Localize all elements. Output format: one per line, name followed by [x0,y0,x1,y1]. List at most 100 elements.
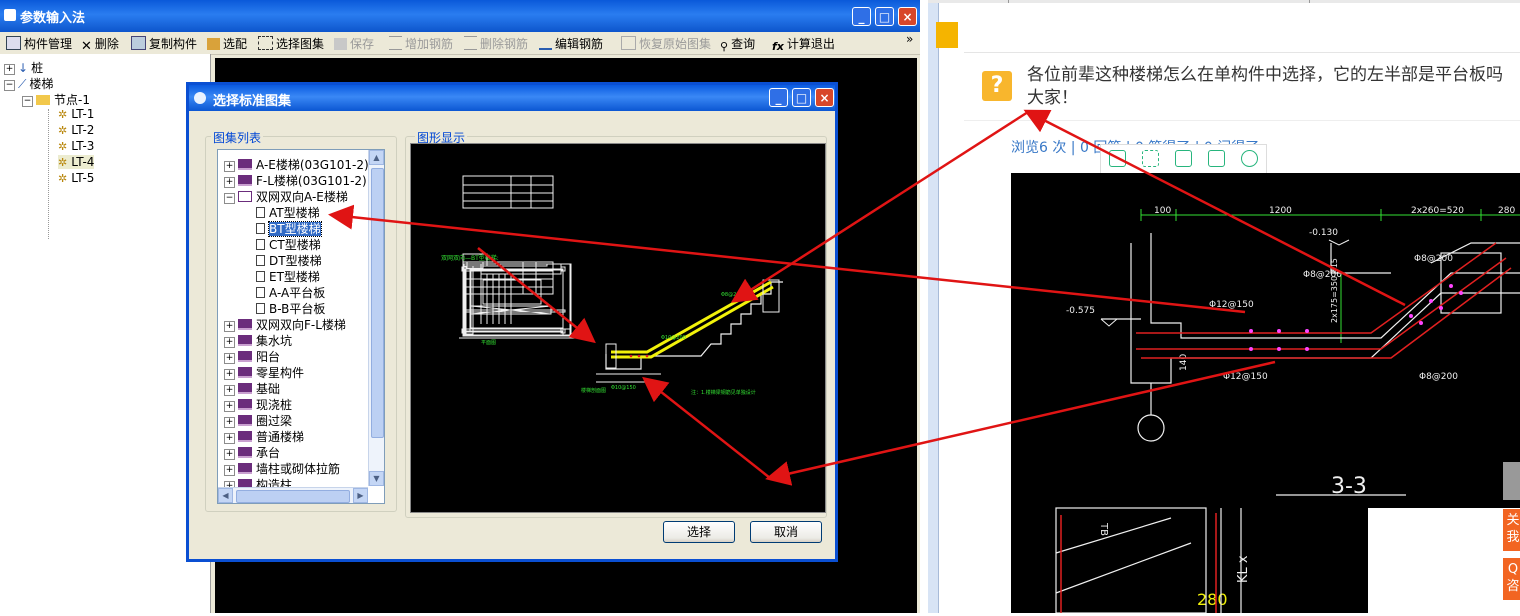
atlas-item[interactable]: BT型楼梯 [256,220,322,237]
side-follow-button[interactable]: 关 我 [1503,509,1520,551]
toolbar-restore-atlas[interactable]: 恢复原始图集 [621,35,711,51]
atlas-item[interactable]: + 圈过梁 [224,412,292,429]
tree-item-lt2[interactable]: ✲ LT-2 [58,123,94,137]
side-tab-text: 关 [1506,513,1520,528]
atlas-item-label: CT型楼梯 [269,238,321,252]
atlas-item[interactable]: + 承台 [224,444,280,461]
atlas-item[interactable]: CT型楼梯 [256,236,321,253]
hscroll-thumb[interactable] [236,490,350,503]
atlas-item[interactable]: AT型楼梯 [256,204,320,221]
collapse-icon[interactable]: − [4,80,15,91]
toolbar-component-manage[interactable]: 构件管理 [6,35,72,51]
toolbar-delete[interactable]: ✕ 删除 [81,35,119,54]
dialog-maximize-button[interactable]: □ [792,88,811,107]
horizontal-scrollbar[interactable]: ◀ ▶ [218,487,368,503]
atlas-item[interactable]: ET型楼梯 [256,268,320,285]
ocr-icon[interactable] [1109,150,1126,167]
collapse-icon[interactable]: − [22,96,33,107]
atlas-item[interactable]: + 现浇桩 [224,396,292,413]
atlas-item[interactable]: + 基础 [224,380,280,397]
toolbar-copy[interactable]: 复制构件 [131,35,197,51]
toolbar-select[interactable]: 选配 [207,35,247,51]
atlas-item[interactable]: − 双网双向A-E楼梯 [224,188,348,205]
expand-icon[interactable]: + [224,177,235,188]
bar-label-4: Φ12@150 [1223,372,1268,382]
atlas-item[interactable]: + 双网双向F-L楼梯 [224,316,346,333]
book-icon [238,335,252,346]
atlas-item[interactable]: + 墙柱或砌体拉筋 [224,460,340,477]
back-to-top-button[interactable] [1503,462,1520,500]
save-image-icon[interactable] [1175,150,1192,167]
settings-gear-icon[interactable] [1241,150,1258,167]
dialog-titlebar[interactable]: 选择标准图集 _ □ × [189,85,835,111]
cancel-button[interactable]: 取消 [750,521,822,543]
atlas-item[interactable]: A-A平台板 [256,284,325,301]
expand-icon[interactable]: + [224,385,235,396]
close-button[interactable]: × [898,7,917,26]
atlas-item[interactable]: B-B平台板 [256,300,325,317]
toolbar-calc-exit[interactable]: fx 计算退出 [772,35,835,53]
maximize-button[interactable]: □ [875,7,894,26]
atlas-item[interactable]: + 集水坑 [224,332,292,349]
beam-label: KL x [1236,555,1251,583]
toolbar-overflow[interactable]: » [906,32,913,48]
toolbar-query[interactable]: ⚲ 查询 [720,35,755,53]
dialog-minimize-button[interactable]: _ [769,88,788,107]
atlas-item-label: 墙柱或砌体拉筋 [256,462,341,476]
tree-item-lt4[interactable]: ✲ LT-4 [58,155,95,169]
toolbar-save[interactable]: 保存 [334,35,374,51]
tree-item-lt5[interactable]: ✲ LT-5 [58,171,94,185]
expand-icon[interactable]: + [224,433,235,444]
atlas-item[interactable]: + F-L楼梯(03G101-2) [224,172,367,189]
expand-icon[interactable]: + [224,369,235,380]
select-button[interactable]: 选择 [663,521,735,543]
tree-guide [48,109,50,239]
atlas-item-label: 承台 [256,446,281,460]
expand-icon[interactable]: + [224,401,235,412]
toolbar-remove-rebar[interactable]: 删除钢筋 [464,35,528,51]
side-qq-button[interactable]: Q 咨 [1503,558,1520,600]
atlas-item[interactable]: + 阳台 [224,348,280,365]
fullscreen-icon[interactable] [1142,150,1159,167]
tree-node-stairs[interactable]: − ⟋ 楼梯 [4,75,53,92]
scroll-down-icon[interactable]: ▼ [369,471,384,486]
atlas-item[interactable]: DT型楼梯 [256,252,322,269]
app-titlebar[interactable]: 参数输入法 _ □ × [0,0,920,32]
atlas-item[interactable]: + 零星构件 [224,364,304,381]
atlas-item[interactable]: + A-E楼梯(03G101-2) [224,156,369,173]
gear-icon: ✲ [58,156,68,169]
scroll-left-icon[interactable]: ◀ [218,488,233,503]
expand-icon[interactable]: + [224,321,235,332]
collapse-icon[interactable]: − [224,193,235,204]
svg-text:双网双向—BT型楼梯:: 双网双向—BT型楼梯: [441,254,499,262]
share-icon[interactable] [1208,150,1225,167]
expand-icon[interactable]: + [224,353,235,364]
question-line1: 各位前辈这种楼梯怎么在单构件中选择，它的左半部是平台板吗 [1027,65,1503,85]
expand-icon[interactable]: + [224,161,235,172]
toolbar-choose-atlas[interactable]: 选择图集 [258,35,324,51]
toolbar-edit-rebar[interactable]: 编辑钢筋 [539,35,603,51]
atlas-tree[interactable]: + A-E楼梯(03G101-2) + F-L楼梯(03G101-2) − 双网双向A-E… [217,149,385,504]
scroll-up-icon[interactable]: ▲ [369,150,384,165]
book-icon [238,319,252,330]
expand-icon[interactable]: + [224,337,235,348]
expand-icon[interactable]: + [4,64,15,75]
vertical-scrollbar[interactable]: ▲ ▼ [368,150,384,486]
svg-text:平面图: 平面图 [481,340,496,346]
dialog-close-button[interactable]: × [815,88,834,107]
toolbar-add-rebar[interactable]: 增加钢筋 [389,35,453,51]
expand-icon[interactable]: + [224,449,235,460]
tree-item-lt1[interactable]: ✲ LT-1 [58,107,94,121]
expand-icon[interactable]: + [224,417,235,428]
bookmark-tab[interactable] [936,22,958,48]
minimize-button[interactable]: _ [852,7,871,26]
atlas-item[interactable]: + 普通楼梯 [224,428,304,445]
scroll-thumb[interactable] [371,168,384,438]
scroll-right-icon[interactable]: ▶ [353,488,368,503]
expand-icon[interactable]: + [224,465,235,476]
tree-node-pile[interactable]: + ↓ 桩 [4,59,43,76]
tree-item-lt3[interactable]: ✲ LT-3 [58,139,94,153]
atlas-dialog: 选择标准图集 _ □ × 图集列表 图形显示 + A-E楼梯(03G101-2) +… [186,82,838,562]
delete-x-icon: ✕ [81,39,92,54]
tree-node-joint[interactable]: − 节点-1 [22,91,90,108]
